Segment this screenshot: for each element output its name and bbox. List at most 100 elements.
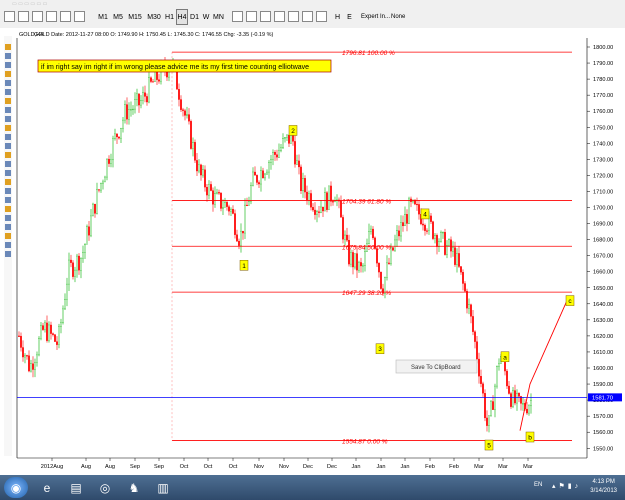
side-tool-icon[interactable] — [5, 197, 11, 203]
side-tool-icon[interactable] — [5, 152, 11, 158]
candle-body — [40, 325, 42, 339]
save-to-clipboard-tooltip[interactable]: Save To ClipBoard — [395, 359, 478, 374]
toolbar-h-button[interactable]: H — [333, 9, 342, 25]
candle-body — [20, 335, 22, 348]
side-tool-icon[interactable] — [5, 224, 11, 230]
candle-body — [180, 99, 182, 110]
candle-body — [68, 259, 70, 285]
side-tool-icon[interactable] — [5, 89, 11, 95]
timeframe-mn-button[interactable]: MN — [212, 9, 225, 25]
side-tool-icon[interactable] — [5, 179, 11, 185]
chart-shift-icon[interactable] — [316, 11, 327, 22]
timeframe-w-button[interactable]: W — [201, 9, 211, 25]
internet-explorer-icon[interactable]: e — [34, 477, 60, 498]
candle-body — [282, 138, 284, 148]
cursor-icon[interactable] — [4, 11, 15, 22]
candle-body — [244, 204, 246, 234]
side-tool-icon[interactable] — [5, 206, 11, 212]
horizontal-line-icon[interactable] — [46, 11, 57, 22]
clock[interactable]: 4:13 PM 3/14/2013 — [590, 478, 617, 496]
side-tool-icon[interactable] — [5, 161, 11, 167]
expert-value[interactable]: None — [391, 9, 405, 25]
candle-body — [98, 189, 100, 191]
timeframe-m5-button[interactable]: M5 — [111, 9, 125, 25]
timeframe-h1-button[interactable]: H1 — [164, 9, 175, 25]
candle-body — [304, 178, 306, 193]
wave-label-4: 4 — [423, 211, 427, 218]
line-chart-icon[interactable] — [260, 11, 271, 22]
candle-body — [82, 252, 84, 259]
side-tool-icon[interactable] — [5, 125, 11, 131]
y-tick-label: 1600.00 — [593, 366, 613, 372]
x-tick-label: Oct — [204, 464, 213, 470]
candle-body — [62, 308, 64, 323]
side-tool-icon[interactable] — [5, 188, 11, 194]
candle-body — [206, 186, 208, 196]
side-tool-icon[interactable] — [5, 44, 11, 50]
trendline-icon[interactable] — [60, 11, 71, 22]
side-tool-icon[interactable] — [5, 143, 11, 149]
candle-body — [478, 358, 480, 377]
side-tool-icon[interactable] — [5, 62, 11, 68]
candle-body — [250, 185, 252, 202]
side-tool-icon[interactable] — [5, 53, 11, 59]
price-chart[interactable]: GOLD,H4 GOLD Date: 2012-11-27 08:00 O: 1… — [0, 28, 625, 475]
system-tray-icons[interactable]: ▴⚑▮♪ — [552, 482, 581, 490]
candle-body — [274, 152, 276, 155]
vertical-line-icon[interactable] — [32, 11, 43, 22]
side-tool-icon[interactable] — [5, 98, 11, 104]
x-tick-label: Oct — [180, 464, 189, 470]
folder-icon[interactable]: ▤ — [63, 477, 89, 498]
toolbar-e-button[interactable]: E — [345, 9, 354, 25]
fib-level-label: 1796.81 100.00 % — [342, 50, 395, 57]
annotation-box[interactable]: if im right say im right if im wrong ple… — [37, 59, 332, 73]
candle-body — [294, 141, 296, 165]
text-tool-icon[interactable] — [74, 11, 85, 22]
candle-body — [298, 160, 300, 168]
tile-windows-icon[interactable] — [302, 11, 313, 22]
candle-body — [264, 173, 266, 179]
side-tool-icon[interactable] — [5, 134, 11, 140]
chrome-icon[interactable]: ◎ — [92, 477, 118, 498]
fib-level-label: 1647.29 38.20 % — [342, 290, 391, 297]
crosshair-icon[interactable] — [18, 11, 29, 22]
timeframe-m30-button[interactable]: M30 — [145, 9, 163, 25]
candlestick-icon[interactable] — [246, 11, 257, 22]
candle-body — [330, 185, 332, 202]
side-tool-icon[interactable] — [5, 251, 11, 257]
candle-body — [208, 184, 210, 196]
zoom-in-icon[interactable] — [274, 11, 285, 22]
candle-body — [476, 341, 478, 360]
start-button-icon[interactable]: ◉ — [4, 477, 28, 498]
metatrader-icon[interactable]: ▥ — [150, 477, 176, 498]
side-tool-icon[interactable] — [5, 215, 11, 221]
app-icon[interactable]: ♞ — [121, 477, 147, 498]
side-tool-icon[interactable] — [5, 71, 11, 77]
side-tool-icon[interactable] — [5, 116, 11, 122]
wave-label-5: 5 — [487, 443, 491, 450]
side-tool-icon[interactable] — [5, 80, 11, 86]
y-tick-label: 1590.00 — [593, 382, 613, 388]
y-tick-label: 1740.00 — [593, 141, 613, 147]
side-tool-icon[interactable] — [5, 233, 11, 239]
timeframe-d1-button[interactable]: D1 — [189, 9, 200, 25]
side-tool-icon[interactable] — [5, 170, 11, 176]
candle-body — [104, 176, 106, 183]
side-tool-icon[interactable] — [5, 242, 11, 248]
zoom-out-icon[interactable] — [288, 11, 299, 22]
candle-body — [318, 211, 320, 213]
timeframe-m1-button[interactable]: M1 — [96, 9, 110, 25]
candle-body — [392, 247, 394, 251]
y-tick-label: 1610.00 — [593, 350, 613, 356]
side-tool-icon[interactable] — [5, 107, 11, 113]
candle-body — [342, 217, 344, 240]
bar-chart-icon[interactable] — [232, 11, 243, 22]
timeframe-h4-button[interactable]: H4 — [176, 9, 188, 25]
language-indicator[interactable]: EN — [534, 482, 542, 488]
candle-body — [332, 201, 334, 203]
candle-body — [324, 192, 326, 212]
candle-body — [430, 215, 432, 222]
timeframe-m15-button[interactable]: M15 — [126, 9, 144, 25]
candle-body — [240, 230, 242, 246]
candle-body — [452, 247, 454, 252]
